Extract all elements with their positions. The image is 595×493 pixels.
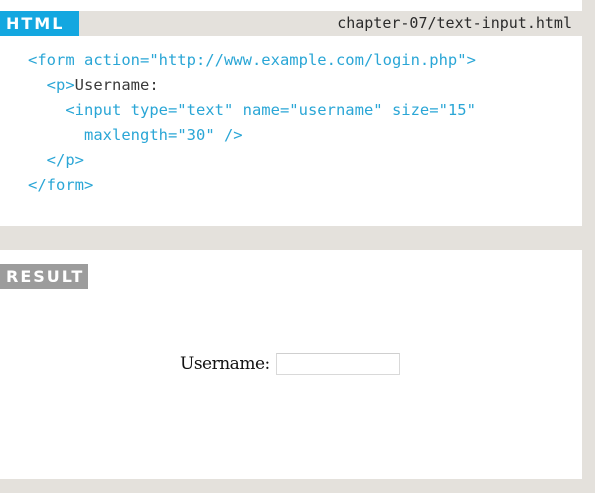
code-block: <form action="http://www.example.com/log… [28,48,476,198]
username-label: Username: [180,354,270,374]
code-tag: <p> [46,76,75,94]
code-tag: <form action="http://www.example.com/log… [28,51,476,69]
code-tag: </p> [46,151,84,169]
username-form: Username: [180,350,404,378]
code-tag: <input type="text" name="username" size=… [65,101,476,119]
html-code-panel: HTML chapter-07/text-input.html <form ac… [0,0,582,226]
code-line: </form> [28,173,476,198]
code-text: Username: [74,76,159,94]
code-line: </p> [28,148,476,173]
code-tag: </form> [28,176,94,194]
code-line: <input type="text" name="username" size=… [28,98,476,123]
code-line: <form action="http://www.example.com/log… [28,48,476,73]
username-input[interactable] [275,353,400,375]
html-tag-label: HTML [0,11,79,36]
code-tag: maxlength="30" /> [84,126,243,144]
code-line: <p>Username: [28,73,476,98]
filename-label: chapter-07/text-input.html [337,14,572,32]
code-line: maxlength="30" /> [28,123,476,148]
result-tag-label: RESULT [0,264,88,289]
result-panel: RESULT Username: [0,250,582,479]
